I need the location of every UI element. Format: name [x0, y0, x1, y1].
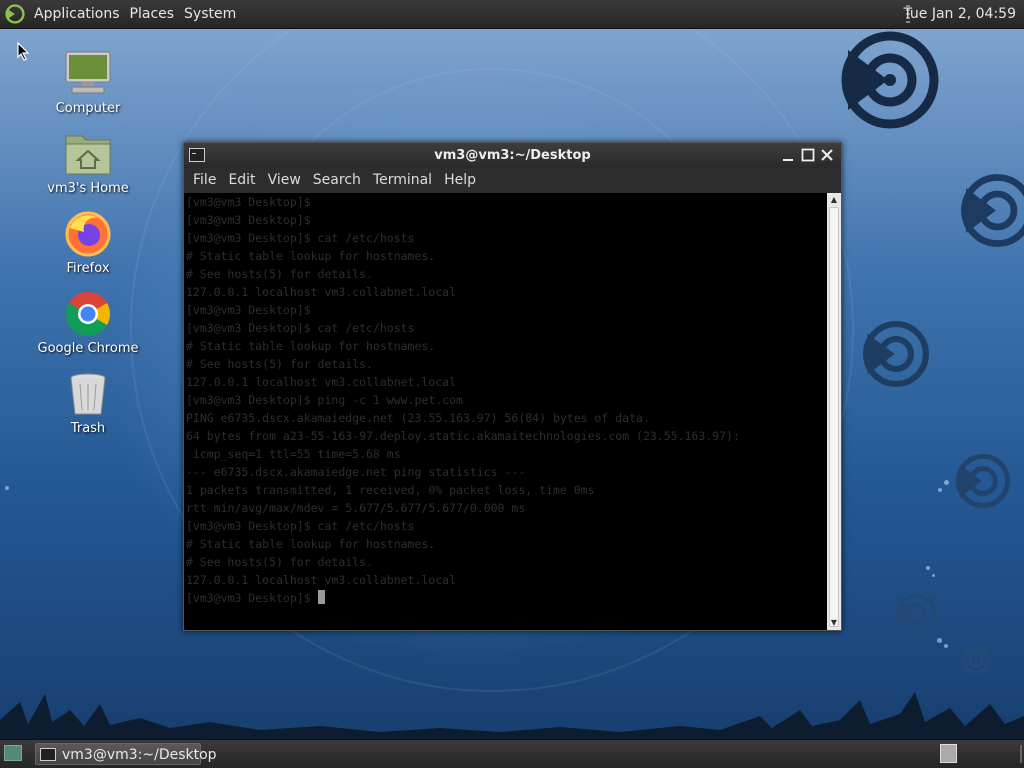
- terminal-line: [vm3@vm3 Desktop]$: [186, 195, 311, 209]
- chrome-icon: [64, 290, 112, 338]
- maximize-icon[interactable]: [800, 147, 816, 163]
- close-icon[interactable]: [819, 147, 835, 163]
- menu-terminal[interactable]: Terminal: [367, 168, 438, 193]
- text-cursor: [317, 590, 325, 604]
- bubble: [926, 566, 930, 570]
- wallpaper-logo-icon: [962, 646, 990, 674]
- terminal-line: # Static table lookup for hostnames.: [186, 249, 436, 263]
- desktop-icon-trash[interactable]: Trash: [28, 370, 148, 436]
- terminal-line: # Static table lookup for hostnames.: [186, 537, 436, 551]
- wallpaper-logo-icon: [863, 321, 929, 387]
- trash-icon: [64, 370, 112, 418]
- bubble: [937, 638, 942, 643]
- terminal-line: # Static table lookup for hostnames.: [186, 339, 436, 353]
- terminal-line: --- e6735.dscx.akamaiedge.net ping stati…: [186, 465, 526, 479]
- show-desktop-icon[interactable]: [4, 745, 22, 761]
- window-title: vm3@vm3:~/Desktop: [434, 148, 591, 163]
- terminal-line: [vm3@vm3 Desktop]$: [186, 303, 311, 317]
- terminal-line: [vm3@vm3 Desktop]$ ping -c 1 www.pet.com: [186, 393, 463, 407]
- mate-logo-icon[interactable]: [5, 4, 25, 24]
- bubble: [5, 486, 9, 490]
- panel-separator: [1020, 745, 1022, 763]
- terminal-menubar: File Edit View Search Terminal Help: [184, 168, 841, 193]
- bubble: [944, 480, 949, 485]
- terminal-line: 1 packets transmitted, 1 received, 0% pa…: [186, 483, 595, 497]
- terminal-line: # See hosts(5) for details.: [186, 357, 373, 371]
- menu-file[interactable]: File: [187, 168, 222, 193]
- desktop-icon-label: vm3's Home: [47, 181, 129, 196]
- terminal-icon: [40, 748, 56, 761]
- computer-icon: [64, 50, 112, 98]
- terminal-line: 127.0.0.1 localhost vm3.collabnet.local: [186, 375, 457, 389]
- firefox-icon: [64, 210, 112, 258]
- taskbar-label: vm3@vm3:~/Desktop: [62, 747, 217, 763]
- terminal-line: [vm3@vm3 Desktop]$: [184, 589, 827, 607]
- terminal-line: # See hosts(5) for details.: [186, 555, 373, 569]
- scroll-down-arrow-icon[interactable]: ▼: [827, 616, 841, 630]
- terminal-line: 64 bytes from a23-55-163-97.deploy.stati…: [186, 429, 740, 443]
- terminal-line: # See hosts(5) for details.: [186, 267, 373, 281]
- scroll-up-arrow-icon[interactable]: ▲: [827, 193, 841, 207]
- terminal-output[interactable]: [vm3@vm3 Desktop]$ [vm3@vm3 Desktop]$ [vm3…: [184, 193, 827, 630]
- terminal-window[interactable]: vm3@vm3:~/Desktop File Edit View Search …: [183, 142, 842, 631]
- terminal-line: [vm3@vm3 Desktop]$: [186, 213, 311, 227]
- menu-edit[interactable]: Edit: [222, 168, 261, 193]
- menu-view[interactable]: View: [262, 168, 307, 193]
- desktop-icon-label: Trash: [70, 421, 106, 436]
- terminal-line: [vm3@vm3 Desktop]$ cat /etc/hosts: [186, 321, 415, 335]
- home-folder-icon: [64, 130, 112, 178]
- desktop-icon-chrome[interactable]: Google Chrome: [28, 290, 148, 356]
- desktop-icon-label: Google Chrome: [37, 341, 139, 356]
- desktop-icon-home[interactable]: vm3's Home: [28, 130, 148, 196]
- desktop-icon-firefox[interactable]: Firefox: [28, 210, 148, 276]
- taskbar-button-terminal[interactable]: vm3@vm3:~/Desktop: [35, 743, 217, 765]
- menu-system[interactable]: System: [179, 0, 241, 28]
- wallpaper-logo-icon: [961, 174, 1024, 247]
- desktop-icon-label: Firefox: [66, 261, 110, 276]
- desktop-icon-computer[interactable]: Computer: [28, 50, 148, 116]
- bubble: [932, 574, 935, 577]
- desktop-icon-label: Computer: [55, 101, 121, 116]
- terminal-titlebar[interactable]: vm3@vm3:~/Desktop: [184, 143, 841, 168]
- clock[interactable]: Tue Jan 2, 04:59: [903, 0, 1016, 28]
- terminal-line: 127.0.0.1 localhost vm3.collabnet.local: [186, 285, 457, 299]
- top-panel: Applications Places System Tue Jan 2, 04…: [0, 0, 1024, 29]
- wallpaper-logo-icon: [841, 31, 939, 129]
- bubble: [944, 644, 948, 648]
- wallpaper-logo-icon: [955, 453, 1011, 509]
- grass-silhouette: [0, 692, 1024, 740]
- workspace-switcher[interactable]: [940, 744, 957, 763]
- terminal-line: [vm3@vm3 Desktop]$ cat /etc/hosts: [186, 231, 415, 245]
- wallpaper-logo-icon: [895, 593, 937, 635]
- terminal-line: 127.0.0.1 localhost vm3.collabnet.local: [186, 573, 457, 587]
- menu-search[interactable]: Search: [307, 168, 367, 193]
- terminal-line: rtt min/avg/max/mdev = 5.677/5.677/5.677…: [186, 501, 526, 515]
- scrollbar-thumb[interactable]: [829, 207, 839, 627]
- bubble: [938, 488, 942, 492]
- menu-places[interactable]: Places: [125, 0, 180, 28]
- terminal-line: PING e6735.dscx.akamaiedge.net (23.55.16…: [186, 411, 650, 425]
- minimize-icon[interactable]: [780, 147, 796, 163]
- terminal-line: [vm3@vm3 Desktop]$ cat /etc/hosts: [186, 519, 415, 533]
- terminal-line: icmp_seq=1 ttl=55 time=5.68 ms: [186, 447, 401, 461]
- bottom-panel: vm3@vm3:~/Desktop: [0, 739, 1024, 768]
- terminal-scrollbar[interactable]: ▲ ▼: [827, 193, 841, 630]
- menu-applications[interactable]: Applications: [29, 0, 125, 28]
- menu-help[interactable]: Help: [438, 168, 482, 193]
